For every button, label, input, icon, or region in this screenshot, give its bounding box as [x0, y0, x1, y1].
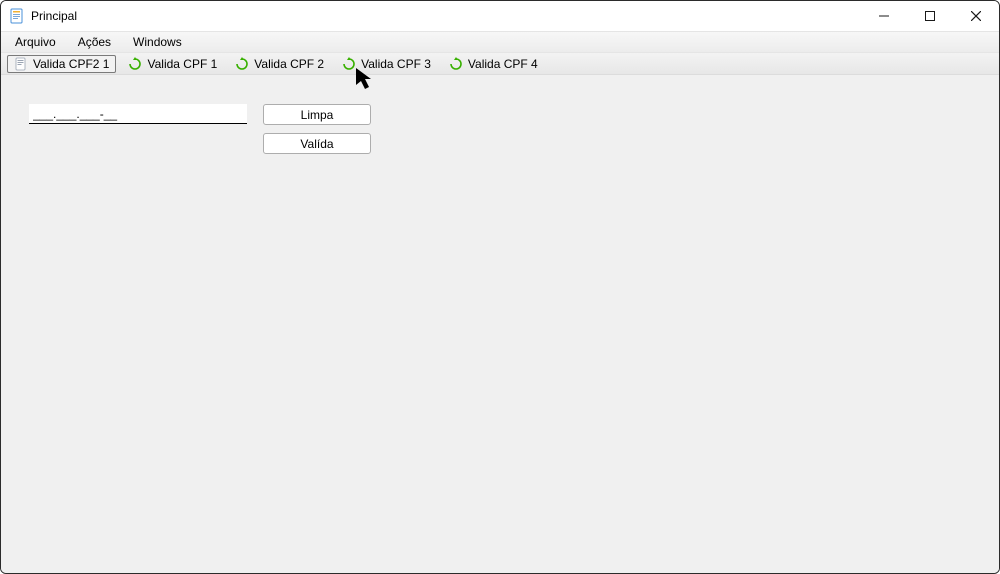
close-button[interactable] — [953, 1, 999, 31]
tab-label: Valida CPF 3 — [361, 57, 431, 71]
tab-valida-cpf-1[interactable]: Valida CPF 1 — [122, 55, 223, 73]
limpa-button[interactable]: Limpa — [263, 104, 371, 125]
form-icon — [14, 57, 28, 71]
menubar: Arquivo Ações Windows — [1, 31, 999, 53]
tabbar: Valida CPF2 1 Valida CPF 1 Valida CPF 2 — [1, 53, 999, 75]
tab-valida-cpf2-1[interactable]: Valida CPF2 1 — [7, 55, 116, 73]
content-area: Limpa Valída — [1, 75, 999, 573]
button-label: Valída — [300, 137, 333, 151]
maximize-button[interactable] — [907, 1, 953, 31]
window-controls — [861, 1, 999, 31]
tab-valida-cpf-4[interactable]: Valida CPF 4 — [443, 55, 544, 73]
menu-acoes[interactable]: Ações — [74, 33, 115, 51]
minimize-button[interactable] — [861, 1, 907, 31]
tab-valida-cpf-3[interactable]: Valida CPF 3 — [336, 55, 437, 73]
app-icon — [9, 8, 25, 24]
cpf-input[interactable] — [29, 104, 247, 124]
menu-windows[interactable]: Windows — [129, 33, 186, 51]
refresh-icon — [128, 57, 142, 71]
tab-label: Valida CPF 1 — [147, 57, 217, 71]
refresh-icon — [449, 57, 463, 71]
button-label: Limpa — [301, 108, 334, 122]
menu-arquivo[interactable]: Arquivo — [11, 33, 60, 51]
refresh-icon — [342, 57, 356, 71]
tab-label: Valida CPF 4 — [468, 57, 538, 71]
tab-label: Valida CPF 2 — [254, 57, 324, 71]
refresh-icon — [235, 57, 249, 71]
titlebar: Principal — [1, 1, 999, 31]
window-title: Principal — [31, 9, 77, 23]
tab-label: Valida CPF2 1 — [33, 57, 109, 71]
tab-valida-cpf-2[interactable]: Valida CPF 2 — [229, 55, 330, 73]
main-window: Principal Arquivo Ações Windows — [0, 0, 1000, 574]
valida-button[interactable]: Valída — [263, 133, 371, 154]
